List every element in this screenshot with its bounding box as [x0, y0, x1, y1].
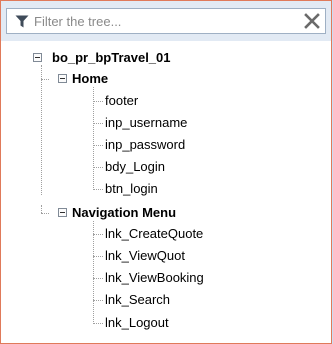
tree-connector	[41, 213, 49, 214]
tree-connector	[93, 123, 103, 124]
tree-connector	[93, 234, 103, 235]
tree-leaf-inp-password[interactable]: inp_password	[105, 134, 185, 155]
tree-node-home[interactable]: Home	[72, 68, 108, 89]
tree-connector	[93, 145, 103, 146]
tree-connector	[93, 278, 103, 279]
tree-leaf-btn-login[interactable]: btn_login	[105, 178, 158, 199]
tree-leaf-bdy-login[interactable]: bdy_Login	[105, 156, 165, 177]
tree-leaf-lnk-createquote[interactable]: lnk_CreateQuote	[105, 223, 203, 244]
tree-connector	[93, 189, 103, 190]
tree-node-navigation-menu[interactable]: Navigation Menu	[72, 202, 176, 223]
tree-connector	[93, 221, 94, 324]
tree-connector	[93, 300, 103, 301]
collapse-navigation-menu-toggle[interactable]	[58, 208, 67, 217]
object-tree: bo_pr_bpTravel_01 Home footer inp_userna…	[1, 41, 331, 343]
collapse-home-toggle[interactable]	[58, 74, 67, 83]
tree-leaf-lnk-search[interactable]: lnk_Search	[105, 289, 170, 310]
close-icon[interactable]	[302, 11, 322, 31]
filter-box[interactable]	[6, 8, 326, 34]
filter-bar	[1, 1, 331, 42]
tree-leaf-inp-username[interactable]: inp_username	[105, 112, 187, 133]
funnel-icon	[15, 15, 29, 28]
tree-connector	[41, 65, 42, 195]
tree-connector	[41, 205, 42, 213]
tree-connector	[93, 87, 94, 190]
tree-leaf-lnk-logout[interactable]: lnk_Logout	[105, 312, 169, 333]
filter-input[interactable]	[34, 12, 284, 30]
tree-leaf-lnk-viewbooking[interactable]: lnk_ViewBooking	[105, 267, 204, 288]
tree-root-node[interactable]: bo_pr_bpTravel_01	[52, 47, 171, 68]
tree-connector	[93, 323, 103, 324]
tree-leaf-footer[interactable]: footer	[105, 90, 138, 111]
tree-connector	[41, 79, 49, 80]
collapse-root-toggle[interactable]	[33, 53, 42, 62]
tree-leaf-lnk-viewquot[interactable]: lnk_ViewQuot	[105, 245, 185, 266]
tree-connector	[93, 256, 103, 257]
object-tree-panel: bo_pr_bpTravel_01 Home footer inp_userna…	[0, 0, 332, 344]
tree-connector	[93, 167, 103, 168]
tree-connector	[93, 101, 103, 102]
